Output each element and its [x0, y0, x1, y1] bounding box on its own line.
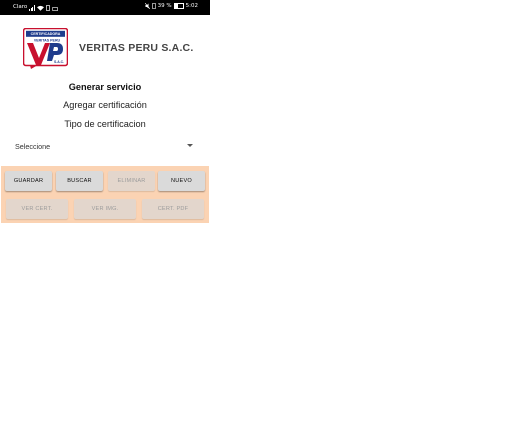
signal-icon [29, 5, 35, 11]
buscar-button[interactable]: BUSCAR [56, 171, 103, 191]
ver-cert-button[interactable]: VER CERT. [6, 199, 68, 219]
status-bar: Claro 39 % 5:02 [0, 0, 210, 15]
logo-text-top: CERTIFICADORA [31, 32, 61, 36]
status-left-icons [29, 3, 58, 11]
tipo-certificacion-dropdown[interactable]: Seleccione [12, 138, 198, 154]
status-right-icons: 39 % 5:02 [144, 3, 198, 9]
logo-text-mid: VERITAS PERU [34, 39, 61, 43]
ver-img-button[interactable]: VER IMG. [74, 199, 136, 219]
wifi-icon [36, 5, 44, 11]
logo-text-bottom: S.A.C. [54, 60, 64, 64]
agregar-certificacion-label: Agregar certificación [63, 100, 147, 110]
generar-servicio-title: Generar servicio [68, 82, 142, 92]
vibrate-icon [151, 3, 156, 9]
veritas-logo: CERTIFICADORA VERITAS PERU S.A.C. [23, 28, 68, 69]
guardar-button[interactable]: GUARDAR [5, 171, 52, 191]
dropdown-selected-value: Seleccione [15, 141, 51, 151]
eliminar-button[interactable]: ELIMINAR [108, 171, 155, 191]
clock: 5:02 [185, 3, 198, 9]
app-screen: Claro 39 % 5:02 CERTIFICADORA VERITAS PE… [0, 0, 210, 444]
mute-icon [144, 3, 150, 9]
battery-percent: 39 % [157, 3, 172, 9]
notification-icon [45, 5, 50, 11]
button-panel: GUARDAR BUSCAR ELIMINAR NUEVO VER CERT. … [1, 166, 209, 223]
tipo-certificacion-label: Tipo de certificacion [64, 119, 146, 129]
dropdown-arrow-icon [187, 144, 193, 147]
company-name: VERITAS PERU S.A.C. [79, 42, 194, 54]
cert-pdf-button[interactable]: CERT. PDF [142, 199, 204, 219]
battery-icon [173, 3, 184, 9]
nfc-icon [51, 7, 58, 11]
carrier-label: Claro [13, 4, 28, 10]
nuevo-button[interactable]: NUEVO [158, 171, 205, 191]
